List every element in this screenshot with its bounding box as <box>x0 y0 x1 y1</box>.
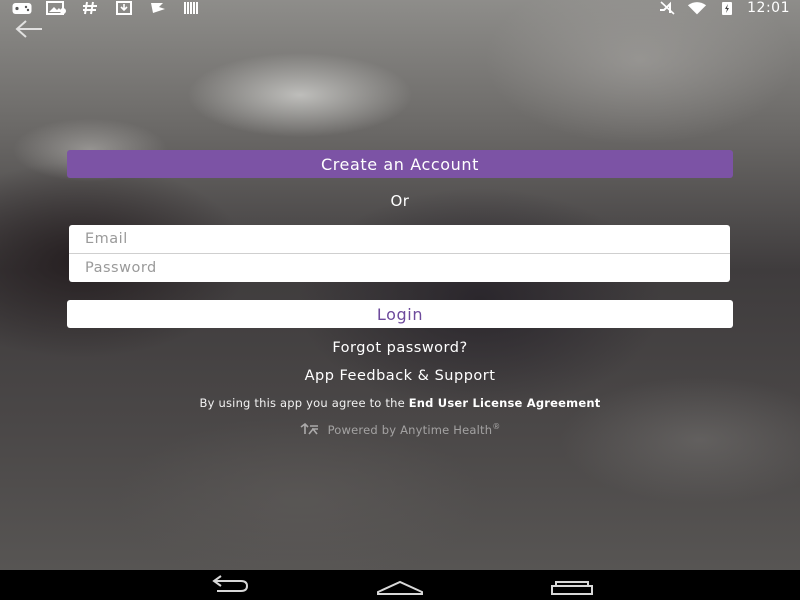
create-account-button[interactable]: Create an Account <box>67 150 733 178</box>
anytime-health-logo-icon <box>300 422 318 435</box>
hash-icon <box>80 1 100 15</box>
eula-prefix: By using this app you agree to the <box>199 396 409 410</box>
back-arrow-icon <box>15 20 42 38</box>
registered-mark: ® <box>492 422 501 431</box>
gamepad-icon <box>12 1 32 15</box>
navigation-bar <box>0 570 800 600</box>
nav-back-icon <box>212 575 249 592</box>
back-button[interactable] <box>12 18 46 40</box>
login-form <box>69 225 730 282</box>
powered-by-text: Powered by Anytime Health <box>327 422 493 437</box>
status-bar: 12:01 <box>0 0 800 16</box>
wifi-icon <box>687 1 707 15</box>
or-separator: Or <box>390 192 410 210</box>
signal-flag-icon <box>148 1 168 15</box>
powered-by: Powered by Anytime Health® <box>0 422 800 437</box>
image-icon <box>46 1 66 15</box>
email-field[interactable] <box>69 225 730 253</box>
nav-recents-button[interactable] <box>548 574 596 596</box>
barcode-icon <box>182 1 202 15</box>
status-bar-system: 12:01 <box>657 0 790 16</box>
nav-home-icon <box>377 580 423 595</box>
nav-back-button[interactable] <box>205 574 253 596</box>
password-field[interactable] <box>69 254 730 282</box>
feedback-support-link[interactable]: App Feedback & Support <box>0 368 800 384</box>
eula-notice: By using this app you agree to the End U… <box>0 396 800 410</box>
nav-home-button[interactable] <box>376 574 424 596</box>
forgot-password-link[interactable]: Forgot password? <box>0 340 800 356</box>
battery-icon <box>717 1 737 15</box>
mute-icon <box>657 1 677 15</box>
status-bar-notifications <box>12 1 202 15</box>
eula-link[interactable]: End User License Agreement <box>409 396 601 410</box>
login-button[interactable]: Login <box>67 300 733 328</box>
status-bar-clock: 12:01 <box>747 0 790 16</box>
download-icon <box>114 1 134 15</box>
login-screen: 12:01 Create an Account Or Login Forgot … <box>0 0 800 600</box>
nav-recents-icon <box>551 581 593 595</box>
